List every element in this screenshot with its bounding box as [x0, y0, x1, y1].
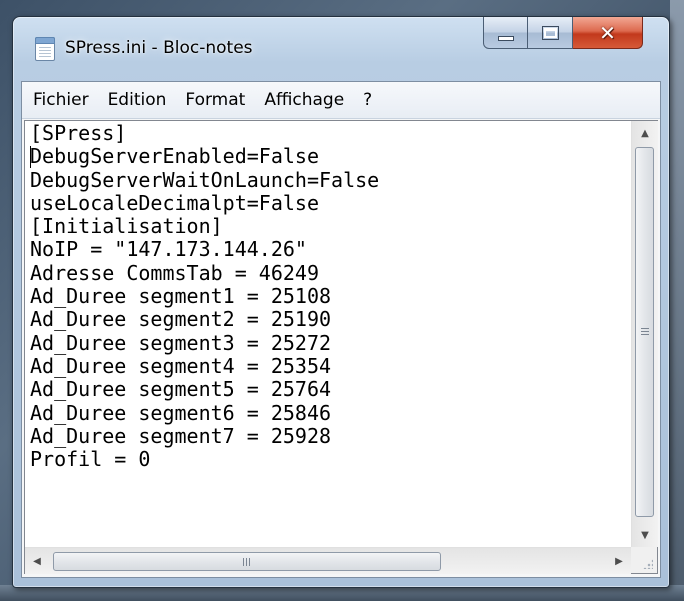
menu-format[interactable]: Format: [177, 90, 253, 110]
scroll-right-arrow-icon[interactable]: ▶: [607, 548, 631, 574]
maximize-icon: [541, 25, 559, 40]
text-line: Ad_Duree segment5 = 25764: [30, 377, 332, 402]
menu-bar: Fichier Edition Format Affichage ?: [22, 82, 660, 119]
text-line: Ad_Duree segment2 = 25190: [30, 307, 332, 332]
menu-help[interactable]: ?: [355, 90, 380, 110]
text-line: Ad_Duree segment7 = 25928: [30, 423, 332, 448]
horizontal-scrollbar[interactable]: ◀ ▶: [25, 547, 631, 574]
maximize-button[interactable]: [528, 17, 573, 49]
vertical-scrollbar[interactable]: ▲ ▼: [631, 121, 658, 547]
notepad-app-icon[interactable]: [35, 37, 55, 61]
caption-buttons: ✕: [483, 17, 653, 51]
title-bar[interactable]: SPress.ini - Bloc-notes ✕: [13, 17, 669, 81]
vertical-scroll-thumb[interactable]: [635, 147, 654, 517]
thumb-grip-icon: [243, 557, 251, 566]
minimize-icon: [497, 36, 514, 41]
text-caret: [30, 146, 31, 168]
text-line: Ad_Duree segment4 = 25354: [30, 353, 332, 378]
text-line: Adresse CommsTab = 46249: [30, 260, 319, 285]
text-line: Ad_Duree segment6 = 25846: [30, 400, 332, 425]
horizontal-scroll-thumb[interactable]: [53, 552, 441, 571]
notepad-window: SPress.ini - Bloc-notes ✕ Fichier Editio…: [12, 16, 670, 588]
menu-affichage[interactable]: Affichage: [256, 90, 352, 110]
text-editor[interactable]: [SPress] DebugServerEnabled=False DebugS…: [24, 120, 658, 574]
window-title: SPress.ini - Bloc-notes: [65, 38, 253, 58]
thumb-grip-icon: [640, 328, 649, 336]
text-area[interactable]: [SPress] DebugServerEnabled=False DebugS…: [25, 121, 631, 547]
text-line: [SPress]: [30, 121, 127, 145]
text-line: Profil = 0: [30, 447, 151, 472]
text-line: DebugServerWaitOnLaunch=False: [30, 167, 380, 192]
menu-fichier[interactable]: Fichier: [25, 90, 97, 110]
text-line: DebugServerEnabled=False: [30, 144, 319, 169]
menu-edition[interactable]: Edition: [100, 90, 175, 110]
scroll-left-arrow-icon[interactable]: ◀: [25, 548, 49, 574]
close-icon: ✕: [599, 20, 616, 45]
close-button[interactable]: ✕: [573, 17, 643, 49]
desktop-background-right: [670, 0, 684, 601]
text-line: Ad_Duree segment1 = 25108: [30, 284, 332, 309]
resize-grip-icon[interactable]: [631, 547, 657, 573]
client-area: Fichier Edition Format Affichage ? [SPre…: [21, 81, 661, 578]
text-line: Ad_Duree segment3 = 25272: [30, 330, 332, 355]
text-line: [Initialisation]: [30, 214, 223, 239]
text-line: NoIP = "147.173.144.26": [30, 237, 307, 262]
scroll-down-arrow-icon[interactable]: ▼: [632, 523, 658, 547]
text-lines: [SPress] DebugServerEnabled=False DebugS…: [25, 121, 631, 471]
minimize-button[interactable]: [483, 17, 528, 49]
scroll-up-arrow-icon[interactable]: ▲: [632, 121, 658, 145]
text-line: useLocaleDecimalpt=False: [30, 190, 319, 215]
